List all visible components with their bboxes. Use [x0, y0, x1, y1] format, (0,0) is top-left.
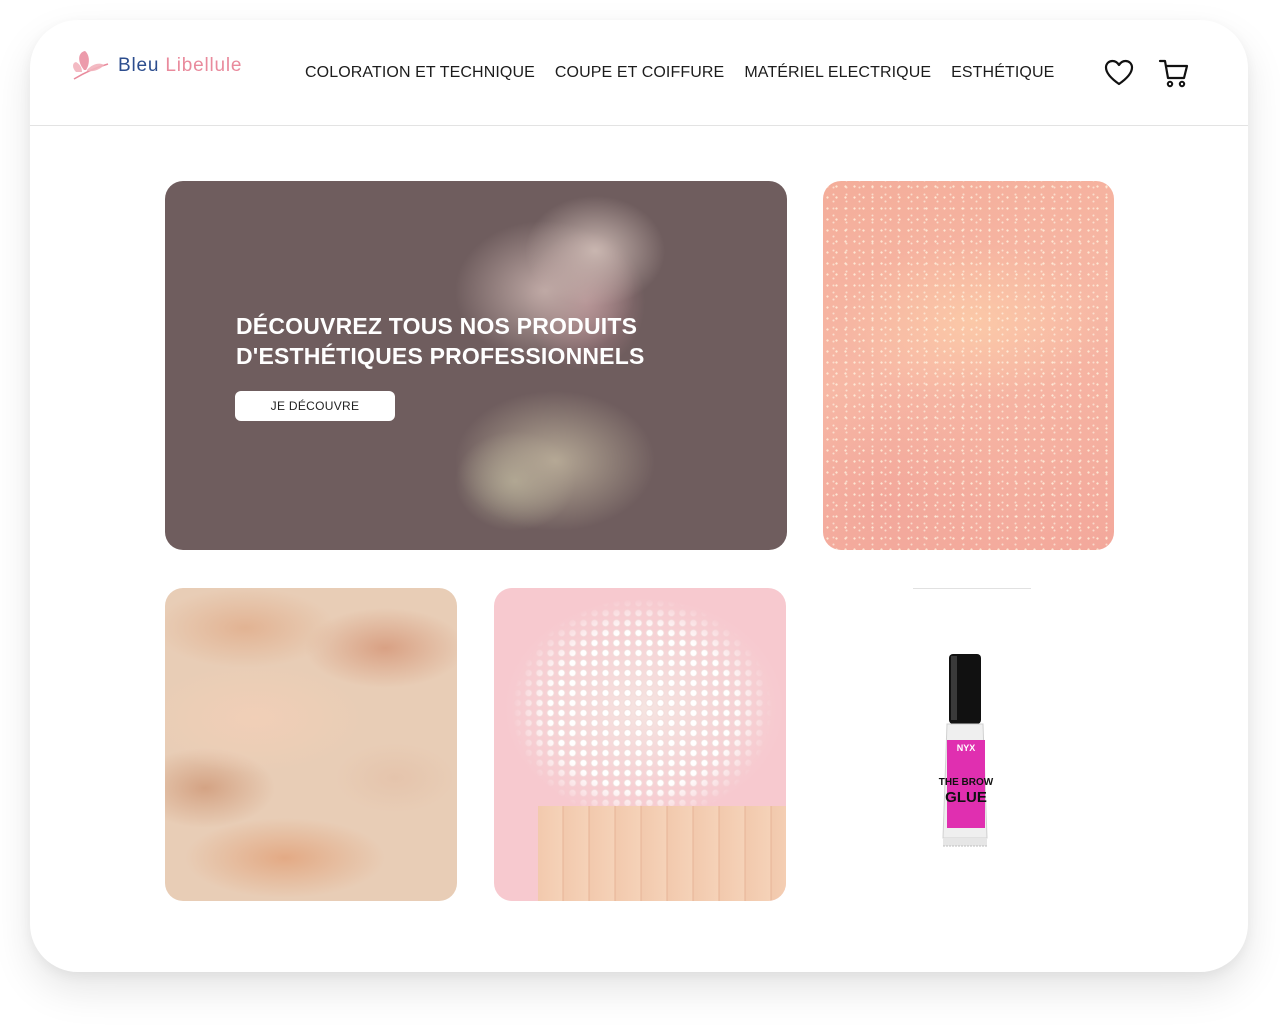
- foundation-swatches-image[interactable]: [165, 588, 457, 901]
- discover-button[interactable]: JE DÉCOUVRE: [235, 391, 395, 421]
- browser-frame: Bleu Libellule COLORATION ET TECHNIQUE C…: [30, 20, 1248, 972]
- nav-item-esthetique[interactable]: ESTHÉTIQUE: [951, 64, 1054, 82]
- main-nav: COLORATION ET TECHNIQUE COUPE ET COIFFUR…: [305, 64, 1074, 82]
- wax-beads-image[interactable]: [494, 588, 786, 901]
- hero-title: DÉCOUVREZ TOUS NOS PRODUITS D'ESTHÉTIQUE…: [236, 313, 645, 369]
- product-divider: [913, 588, 1031, 589]
- cart-icon: [1158, 59, 1189, 88]
- wishlist-button[interactable]: [1103, 57, 1135, 89]
- hero-banner[interactable]: DÉCOUVREZ TOUS NOS PRODUITS D'ESTHÉTIQUE…: [165, 181, 787, 550]
- wax-beads: [512, 598, 772, 823]
- product-card[interactable]: NYX THE BROW GLUE: [823, 588, 1114, 901]
- dragonfly-icon: [73, 51, 109, 80]
- brand-logo[interactable]: Bleu Libellule: [70, 46, 242, 86]
- cart-button[interactable]: [1158, 57, 1190, 89]
- wooden-spatulas: [538, 806, 786, 901]
- site-header: Bleu Libellule COLORATION ET TECHNIQUE C…: [30, 20, 1248, 126]
- brand-name-part1: Bleu: [118, 55, 160, 76]
- glitter-texture-image[interactable]: [823, 181, 1114, 550]
- nav-item-coloration[interactable]: COLORATION ET TECHNIQUE: [305, 64, 535, 82]
- heart-icon: [1104, 59, 1134, 86]
- product-name-line1: THE BROW: [939, 777, 994, 788]
- nav-item-coupe[interactable]: COUPE ET COIFFURE: [555, 64, 724, 82]
- product-brand: NYX: [957, 743, 976, 753]
- product-name-line2: GLUE: [945, 789, 987, 806]
- brand-name-part2: Libellule: [165, 55, 243, 76]
- glitter-sparkles: [823, 181, 1114, 550]
- brow-glue-product-image: NYX THE BROW GLUE: [939, 654, 994, 847]
- brand-name: Bleu Libellule: [118, 55, 242, 77]
- nav-item-materiel[interactable]: MATÉRIEL ELECTRIQUE: [744, 64, 931, 82]
